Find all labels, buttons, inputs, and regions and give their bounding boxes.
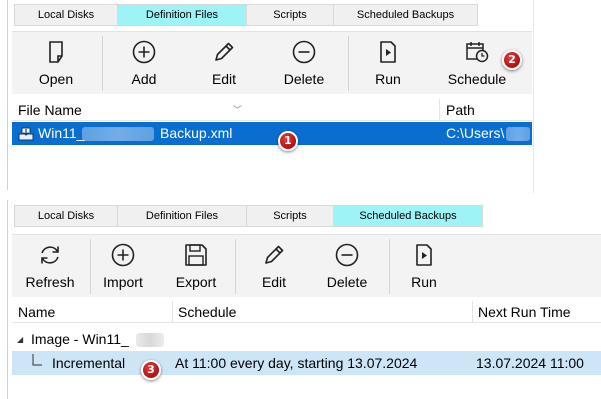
column-header-schedule[interactable]: Schedule [178,301,236,323]
toolbar-separator [389,239,390,294]
tab-local-disks[interactable]: Local Disks [14,4,117,26]
save-icon [185,244,207,266]
tab-scripts[interactable]: Scripts [246,4,333,26]
new-document-icon [49,41,63,63]
tab-strip: Local Disks Definition Files Scripts Sch… [14,4,478,26]
toolbar-separator [90,239,91,294]
column-divider[interactable] [439,99,440,121]
column-header-name[interactable]: Name [18,301,55,323]
refresh-label: Refresh [25,274,75,290]
panel-left-border [7,0,8,190]
calendar-clock-icon [466,42,489,63]
open-button[interactable]: Open [12,32,100,95]
tree-connector-icon [32,354,42,366]
column-header-path[interactable]: Path [446,99,475,121]
tab-scheduled-backups[interactable]: Scheduled Backups [333,4,478,26]
pencil-icon [215,42,234,61]
plus-circle-icon [132,40,156,64]
edit-label: Edit [211,71,237,87]
row-next-run-time: 13.07.2024 11:00 [476,355,584,371]
callout-badge: 2 [502,50,522,70]
toolbar: Open Add Edit Delete Run Schedule [12,31,532,94]
delete-button[interactable]: Delete [264,32,344,95]
column-header-file-name[interactable]: File Name [18,99,82,121]
edit-button[interactable]: Edit [184,32,264,95]
toolbar-separator [102,36,103,91]
delete-label: Delete [326,274,368,290]
column-header-row: File Name ﹀ Path [12,99,532,121]
run-label: Run [375,71,401,87]
toolbar: Refresh Import Export Edit Delete Run [12,234,601,297]
import-label: Import [103,274,143,290]
import-button[interactable]: Import [92,235,154,298]
expand-triangle-icon[interactable]: ◢ [17,328,23,351]
export-button[interactable]: Export [160,235,232,298]
minus-circle-icon [292,40,316,64]
redacted-text [506,127,530,141]
run-file-icon [416,244,432,266]
run-label: Run [411,274,437,290]
refresh-icon [41,246,59,264]
callout-badge: 3 [141,360,161,380]
plus-circle-icon [111,243,135,267]
toolbar-separator [348,36,349,91]
scheduled-backups-panel: Local Disks Definition Files Scripts Sch… [0,200,601,399]
group-label: Image - Win11_ [31,331,129,347]
pencil-icon [265,245,284,264]
tab-definition-files[interactable]: Definition Files [117,205,246,227]
tab-local-disks[interactable]: Local Disks [14,205,117,227]
toolbar-separator [235,239,236,294]
callout-badge: 1 [278,131,298,151]
run-button[interactable]: Run [392,235,456,298]
xml-file-icon [18,127,34,141]
scheduled-backup-row[interactable]: Incremental At 11:00 every day, starting… [12,351,601,375]
file-name-prefix: Win11_ [38,125,85,141]
column-header-next-run-time[interactable]: Next Run Time [478,301,571,323]
edit-label: Edit [261,274,287,290]
run-button[interactable]: Run [350,32,426,95]
tab-strip: Local Disks Definition Files Scripts Sch… [14,205,483,227]
file-path: C:\Users\ [446,125,505,141]
minus-circle-icon [335,243,359,267]
run-file-icon [380,41,396,63]
schedule-label: Schedule [447,71,507,87]
tab-definition-files[interactable]: Definition Files [117,4,246,26]
row-schedule: At 11:00 every day, starting 13.07.2024 [175,355,418,371]
tab-scheduled-backups[interactable]: Scheduled Backups [333,205,483,227]
redacted-text [82,127,154,141]
delete-button[interactable]: Delete [310,235,384,298]
add-button[interactable]: Add [104,32,184,95]
selected-file-row[interactable]: Win11_ Backup.xml C:\Users\ [12,122,532,145]
tab-scripts[interactable]: Scripts [246,205,333,227]
refresh-button[interactable]: Refresh [12,235,88,298]
sort-chevron-icon: ﹀ [233,105,243,115]
export-label: Export [175,274,217,290]
delete-label: Delete [283,71,325,87]
redacted-text [136,333,164,347]
tree-group-row[interactable]: ◢ Image - Win11_ [12,328,601,351]
column-header-row: Name Schedule Next Run Time [12,301,601,323]
edit-button[interactable]: Edit [238,235,310,298]
column-divider[interactable] [172,301,173,323]
open-label: Open [38,71,74,87]
definition-files-panel: Local Disks Definition Files Scripts Sch… [0,0,534,193]
column-divider[interactable] [472,301,473,323]
file-name-suffix: Backup.xml [160,125,233,141]
panel-left-border [7,200,8,399]
add-label: Add [131,71,157,87]
row-name: Incremental [52,355,126,371]
